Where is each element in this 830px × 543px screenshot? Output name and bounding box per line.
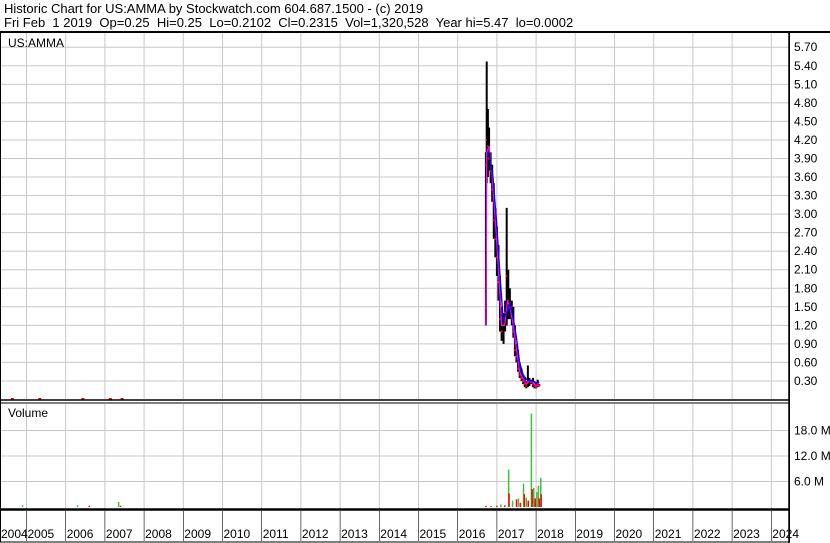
volume-bar <box>527 500 530 507</box>
volume-bar <box>531 489 533 507</box>
year-tick-label: 2009 <box>184 527 211 541</box>
volume-bar <box>485 505 487 507</box>
year-tick-label: 2011 <box>263 527 289 541</box>
volume-bar <box>117 501 120 507</box>
volume-label: Volume <box>8 406 48 420</box>
year-tick-label: 2019 <box>576 527 603 541</box>
chart-canvas: 2004 2005 2006 2007 2008 2009 2010 2011 2012 2013… <box>0 31 830 543</box>
year-tick-label: 2015 <box>420 527 447 541</box>
symbol-label: US:AMMA <box>8 36 64 50</box>
price-tick-label: 0.90 <box>794 337 818 351</box>
volume-bar <box>517 498 520 507</box>
price-tick-label: 0.60 <box>794 355 818 369</box>
volume-bar <box>508 493 510 507</box>
price-tick-label: 5.40 <box>794 59 818 73</box>
volume-bar <box>76 505 79 507</box>
volume-bar <box>523 494 526 507</box>
year-tick-label: 2016 <box>459 527 486 541</box>
volume-bar <box>515 499 518 507</box>
year-tick-label: 2022 <box>694 527 721 541</box>
price-tick-label: 3.60 <box>794 170 818 184</box>
volume-bar <box>496 505 498 507</box>
price-tick-label: 4.20 <box>794 133 818 147</box>
price-tick-label: 0.30 <box>794 374 818 388</box>
chart-border <box>0 31 790 543</box>
volume-bar <box>532 487 535 507</box>
price-tick-label: 3.90 <box>794 151 818 165</box>
year-tick-label: 2018 <box>537 527 564 541</box>
price-tick-label: 5.70 <box>794 40 818 54</box>
price-tick-label: 4.50 <box>794 114 818 128</box>
year-tick-label: 2017 <box>498 527 525 541</box>
year-tick-label: 2008 <box>145 527 172 541</box>
volume-bar <box>536 492 538 507</box>
year-tick-label: 2005 <box>28 527 55 541</box>
year-tick-label: 2023 <box>733 527 760 541</box>
volume-bar <box>540 494 542 507</box>
price-tick-label: 2.40 <box>794 244 818 258</box>
price-tick-label: 1.80 <box>794 281 818 295</box>
year-tick-label: 2012 <box>302 527 329 541</box>
volume-bar <box>21 505 24 507</box>
year-tick-label: 2006 <box>67 527 94 541</box>
price-tick-label: 1.50 <box>794 300 818 314</box>
volume-bar <box>490 506 492 507</box>
year-tick-label: 2021 <box>655 527 682 541</box>
volume-bar <box>500 504 502 507</box>
volume-tick-label: 12.0 M <box>794 449 830 463</box>
price-tick-label: 4.80 <box>794 96 818 110</box>
price-tick-label: 1.20 <box>794 318 818 332</box>
year-tick-label: 2010 <box>224 527 251 541</box>
price-tick-label: 3.00 <box>794 207 818 221</box>
volume-bar <box>534 498 537 507</box>
price-tick-label: 5.10 <box>794 77 818 91</box>
volume-tick-label: 6.0 M <box>794 475 824 489</box>
volume-tick-label: 18.0 M <box>794 424 830 438</box>
volume-bar <box>525 497 528 507</box>
year-tick-label: 2014 <box>380 527 407 541</box>
year-tick-label: 2007 <box>106 527 133 541</box>
year-tick-label: 2004 <box>1 527 28 541</box>
volume-bar <box>519 502 522 507</box>
year-tick-label: 2013 <box>341 527 368 541</box>
stock-chart: Historic Chart for US:AMMA by Stockwatch… <box>0 0 830 543</box>
year-tick-label: 2020 <box>616 527 643 541</box>
volume-bar <box>503 505 506 507</box>
volume-bar <box>538 498 540 507</box>
close-tick <box>500 330 503 333</box>
price-tick-label: 3.30 <box>794 189 818 203</box>
price-tick-label: 2.70 <box>794 226 818 240</box>
volume-bar <box>511 500 514 507</box>
price-tick-label: 2.10 <box>794 263 818 277</box>
year-tick-label: 2024 <box>772 527 799 541</box>
volume-bar <box>119 505 122 507</box>
volume-bar <box>88 505 90 507</box>
